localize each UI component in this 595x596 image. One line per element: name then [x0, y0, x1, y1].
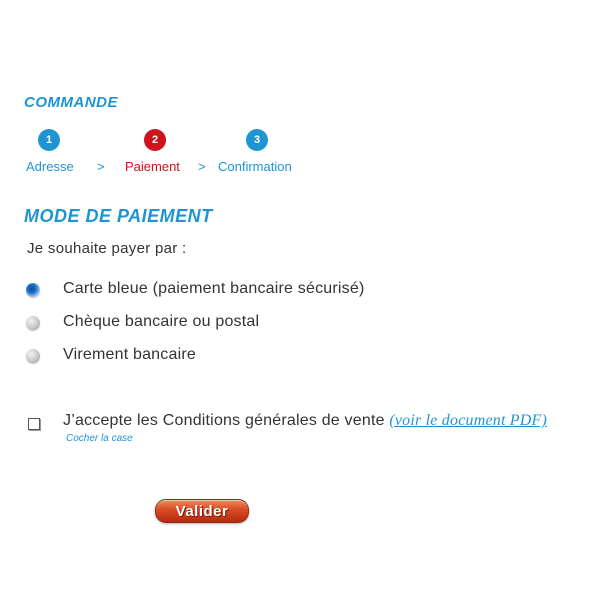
- order-title: COMMANDE: [24, 94, 118, 111]
- radio-carte-bleue[interactable]: [26, 283, 40, 297]
- step-2-badge: 2: [144, 129, 166, 151]
- step-separator-1: >: [97, 159, 105, 174]
- step-3-number: 3: [246, 129, 268, 151]
- radio-virement[interactable]: [26, 349, 40, 363]
- valider-button[interactable]: Valider: [155, 499, 249, 523]
- payment-intro: Je souhaite payer par :: [27, 240, 187, 257]
- option-label-cheque[interactable]: Chèque bancaire ou postal: [63, 313, 259, 331]
- terms-pdf-link[interactable]: (voir le document PDF): [389, 412, 547, 429]
- step-1-label[interactable]: Adresse: [26, 159, 74, 174]
- step-1-badge: 1: [38, 129, 60, 151]
- option-label-virement[interactable]: Virement bancaire: [63, 346, 196, 364]
- step-3-label: Confirmation: [218, 159, 292, 174]
- step-separator-2: >: [198, 159, 206, 174]
- terms-hint: Cocher la case: [66, 433, 133, 444]
- step-2-number: 2: [144, 129, 166, 151]
- terms-line: J’accepte les Conditions générales de ve…: [63, 412, 547, 430]
- payment-method-title: MODE DE PAIEMENT: [24, 206, 213, 226]
- terms-pdf-link-text[interactable]: (voir le document PDF): [389, 412, 547, 429]
- step-3-badge: 3: [246, 129, 268, 151]
- option-label-carte-bleue[interactable]: Carte bleue (paiement bancaire sécurisé): [63, 280, 364, 298]
- terms-label[interactable]: J’accepte les Conditions générales de ve…: [63, 412, 385, 429]
- step-2-label: Paiement: [125, 159, 180, 174]
- radio-cheque[interactable]: [26, 316, 40, 330]
- step-1-number: 1: [38, 129, 60, 151]
- terms-checkbox[interactable]: [28, 418, 40, 430]
